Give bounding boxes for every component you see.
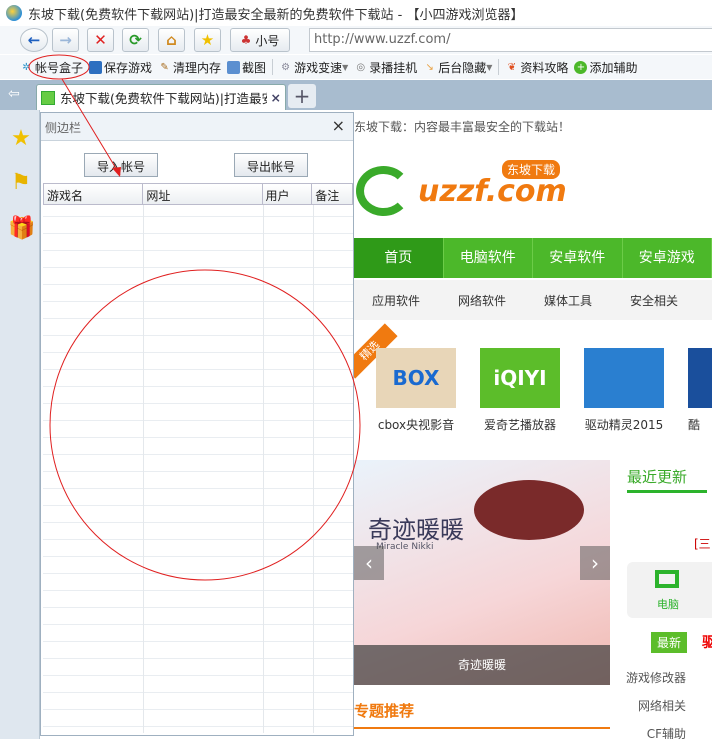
side-icon-strip: ★ ⚑ 🎁	[0, 110, 40, 739]
sidebar-close-icon[interactable]: ×	[332, 116, 345, 135]
browser-logo-icon	[6, 5, 22, 21]
special-topics-title: 专题推荐	[354, 700, 610, 729]
column-note[interactable]: 备注	[312, 184, 352, 204]
mouse-icon: ◎	[356, 61, 366, 73]
toolbar: ✲ 帐号盒子 保存游戏 ✎ 清理内存 截图 ⚙ 游戏变速 ▼ ◎ 录播挂机 ↘ 后台隐藏 ▼ …	[0, 55, 712, 79]
flag-icon[interactable]: ⚑	[8, 170, 34, 196]
collapse-sidebar-icon[interactable]: ⇦	[8, 86, 20, 102]
app-card[interactable]: 酷	[688, 348, 712, 433]
site-logo[interactable]: uzzf.com 东坡下载	[356, 160, 567, 220]
newest-badge: 最新	[651, 632, 688, 653]
toolbar-divider	[498, 59, 500, 75]
new-tab-button[interactable]: +	[288, 84, 316, 108]
sub-nav: 应用软件 网络软件 媒体工具 安全相关	[354, 280, 712, 320]
tab-uzzf[interactable]: 东坡下载(免费软件下载网站)|打造最安全 ×	[36, 84, 286, 110]
nav-android-games[interactable]: 安卓游戏	[623, 238, 712, 278]
site-favicon-icon	[41, 90, 55, 105]
toolbar-divider	[272, 59, 274, 75]
logo-mark-icon	[356, 166, 411, 216]
app-card[interactable]: BOX cbox央视影音	[376, 348, 456, 433]
sidebar-panel: 侧边栏 × 导入帐号 导出帐号 游戏名 网址 用户 备注	[40, 112, 354, 736]
export-account-button[interactable]: 导出帐号	[234, 153, 309, 177]
category-item[interactable]: 游戏修改器	[626, 664, 686, 692]
subnav-security[interactable]: 安全相关	[630, 292, 698, 309]
forward-button[interactable]: →	[52, 28, 79, 52]
guide-button[interactable]: ❦ 资料攻略	[505, 59, 569, 76]
favorites-button[interactable]: ★	[194, 28, 221, 52]
app-card[interactable]: iQIYI 爱奇艺播放器	[480, 348, 560, 433]
window-title: 东坡下载(免费软件下载网站)|打造最安全最新的免费软件下载站 - 【小四游戏浏览…	[28, 7, 524, 23]
stop-button[interactable]: ✕	[87, 28, 114, 52]
app-thumbnail: BOX	[376, 348, 456, 408]
grid-line	[263, 205, 264, 733]
nav-pc-software[interactable]: 电脑软件	[444, 238, 533, 278]
subnav-network[interactable]: 网络软件	[458, 292, 526, 309]
refresh-button[interactable]: ⟳	[122, 28, 149, 52]
alt-account-icon: ♣	[240, 33, 252, 47]
main-nav: 首页 电脑软件 安卓软件 安卓游戏	[354, 238, 712, 278]
grid-line	[143, 205, 144, 733]
account-box-button[interactable]: ✲ 帐号盒子	[20, 59, 83, 76]
recent-updates-title[interactable]: 最近更新	[627, 466, 707, 493]
title-bar: 东坡下载(免费软件下载网站)|打造最安全最新的免费软件下载站 - 【小四游戏浏览…	[0, 0, 712, 26]
alt-account-button[interactable]: ♣ 小号	[230, 28, 290, 52]
next-arrow-icon[interactable]: ›	[580, 546, 610, 580]
game-speed-button[interactable]: ⚙ 游戏变速 ▼	[279, 59, 348, 76]
column-user[interactable]: 用户	[263, 184, 313, 204]
screenshot-button[interactable]: 截图	[227, 59, 266, 76]
table-header: 游戏名 网址 用户 备注	[43, 183, 353, 205]
screenshot-icon	[227, 60, 241, 74]
subnav-apps[interactable]: 应用软件	[372, 292, 440, 309]
record-hangup-button[interactable]: ◎ 录播挂机	[354, 59, 417, 76]
tab-close-icon[interactable]: ×	[271, 90, 281, 105]
nav-android-software[interactable]: 安卓软件	[533, 238, 623, 278]
sidebar-title: 侧边栏	[45, 121, 82, 135]
hide-icon: ↘	[425, 61, 434, 73]
address-bar[interactable]: http://www.uzzf.com/	[309, 28, 712, 52]
column-url[interactable]: 网址	[143, 184, 263, 204]
sidebar-header: 侧边栏 ×	[41, 113, 353, 141]
category-item[interactable]: 网络相关	[626, 692, 686, 720]
category-list: 游戏修改器 网络相关 CF辅助	[626, 664, 686, 739]
subnav-media[interactable]: 媒体工具	[544, 292, 612, 309]
app-thumbnail	[688, 348, 712, 408]
broom-icon: ✎	[160, 61, 169, 73]
pc-category-card[interactable]: 电脑	[627, 562, 712, 618]
favorites-star-icon[interactable]: ★	[8, 126, 34, 152]
prev-arrow-icon[interactable]: ‹	[354, 546, 384, 580]
account-table: 游戏名 网址 用户 备注	[43, 183, 353, 733]
grid-line	[313, 205, 314, 733]
guide-icon: ❦	[507, 61, 517, 73]
gear-icon: ⚙	[281, 61, 291, 73]
app-card[interactable]: 驱动精灵2015	[584, 348, 664, 433]
account-box-icon: ✲	[22, 61, 31, 73]
nav-home[interactable]: 首页	[354, 238, 444, 278]
clear-memory-button[interactable]: ✎ 清理内存	[158, 59, 221, 76]
web-content: 东坡下载：内容最丰富最安全的下载站！ uzzf.com 东坡下载 首页 电脑软件…	[354, 110, 712, 739]
save-game-button[interactable]: 保存游戏	[89, 59, 152, 76]
monitor-icon	[655, 570, 679, 588]
background-hide-button[interactable]: ↘ 后台隐藏 ▼	[423, 59, 493, 76]
app-thumbnail: iQIYI	[480, 348, 560, 408]
gift-icon[interactable]: 🎁	[8, 216, 35, 242]
save-icon	[89, 60, 103, 74]
import-account-button[interactable]: 导入帐号	[84, 153, 159, 177]
column-game-name[interactable]: 游戏名	[44, 184, 144, 204]
category-item[interactable]: CF辅助	[626, 720, 686, 739]
character-hat	[474, 480, 584, 540]
back-button[interactable]: ←	[20, 28, 48, 52]
add-helper-button[interactable]: + 添加辅助	[574, 59, 637, 76]
app-thumbnail	[584, 348, 664, 408]
banner-carousel[interactable]: 奇迹暖暖 Miracle Nikki ‹ › 奇迹暖暖	[354, 460, 610, 685]
site-slogan: 东坡下载：内容最丰富最安全的下载站！	[354, 120, 571, 134]
banner-caption: 奇迹暖暖	[354, 645, 610, 685]
plus-circle-icon: +	[574, 60, 588, 74]
home-button[interactable]: ⌂	[158, 28, 185, 52]
